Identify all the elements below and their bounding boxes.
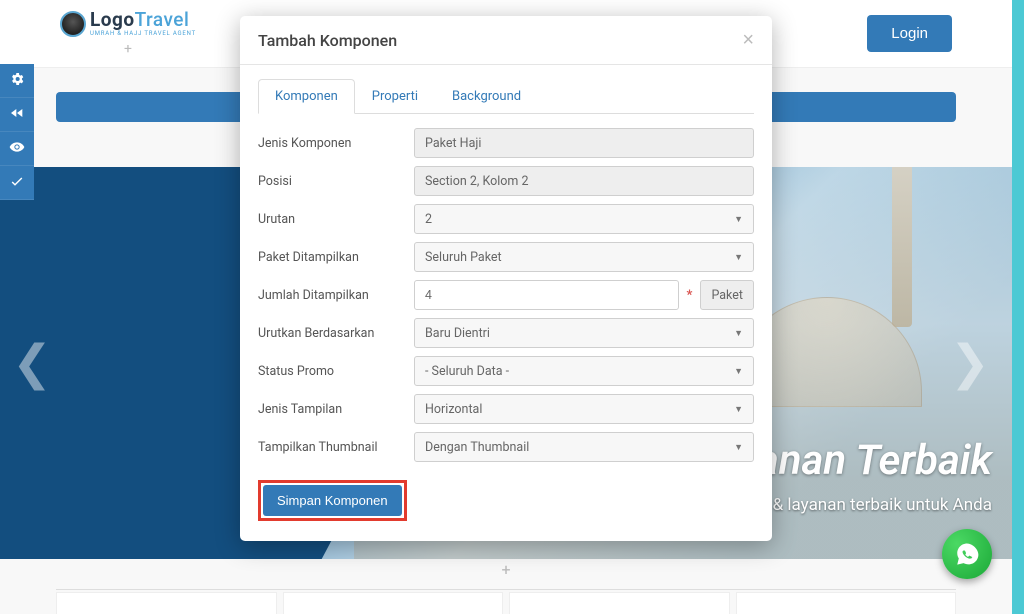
- select-urutkan-berdasarkan[interactable]: Baru Dientri▼: [414, 318, 754, 348]
- bottom-row: [56, 592, 956, 614]
- check-icon: [9, 173, 25, 189]
- save-highlight-box: Simpan Komponen: [258, 480, 407, 521]
- whatsapp-button[interactable]: [942, 529, 992, 579]
- gears-icon: [9, 71, 25, 87]
- save-component-button[interactable]: Simpan Komponen: [263, 485, 402, 516]
- slider-next-button[interactable]: ❯: [950, 335, 990, 391]
- right-color-strip: [1012, 0, 1024, 614]
- logo-name-part2: Travel: [135, 8, 190, 31]
- label-jumlah-ditampilkan: Jumlah Ditampilkan: [258, 288, 414, 303]
- label-tampilkan-thumbnail: Tampilkan Thumbnail: [258, 440, 414, 455]
- chevron-down-icon: ▼: [734, 366, 743, 377]
- label-paket-ditampilkan: Paket Ditampilkan: [258, 250, 414, 265]
- whatsapp-icon: [954, 541, 980, 567]
- modal-tabs: Komponen Properti Background: [258, 79, 754, 114]
- select-paket-ditampilkan[interactable]: Seluruh Paket▼: [414, 242, 754, 272]
- select-status-promo[interactable]: - Seluruh Data -▼: [414, 356, 754, 386]
- chevron-down-icon: ▼: [734, 328, 743, 339]
- confirm-button[interactable]: [0, 166, 34, 200]
- chevron-down-icon: ▼: [734, 442, 743, 453]
- eye-icon: [9, 139, 25, 155]
- field-jenis-komponen: Paket Haji: [414, 128, 754, 158]
- settings-button[interactable]: [0, 64, 34, 98]
- select-urutan[interactable]: 2▼: [414, 204, 754, 234]
- tab-komponen[interactable]: Komponen: [258, 79, 355, 114]
- chevron-down-icon: ▼: [734, 214, 743, 225]
- preview-button[interactable]: [0, 132, 34, 166]
- label-jenis-komponen: Jenis Komponen: [258, 136, 414, 151]
- label-jenis-tampilan: Jenis Tampilan: [258, 402, 414, 417]
- select-tampilkan-thumbnail[interactable]: Dengan Thumbnail▼: [414, 432, 754, 462]
- add-component-modal: Tambah Komponen × Komponen Properti Back…: [240, 16, 772, 541]
- logo[interactable]: LogoTravel UMRAH & HAJJ TRAVEL AGENT: [60, 10, 196, 37]
- label-posisi: Posisi: [258, 174, 414, 189]
- undo-button[interactable]: [0, 98, 34, 132]
- logo-subtitle: UMRAH & HAJJ TRAVEL AGENT: [90, 31, 196, 37]
- label-urutkan-berdasarkan: Urutkan Berdasarkan: [258, 326, 414, 341]
- slider-prev-button[interactable]: ❮: [12, 335, 52, 391]
- divider: [56, 589, 956, 590]
- add-section-icon[interactable]: +: [501, 560, 510, 579]
- label-urutan: Urutan: [258, 212, 414, 227]
- logo-block: LogoTravel UMRAH & HAJJ TRAVEL AGENT +: [60, 10, 196, 57]
- modal-body: Komponen Properti Background Jenis Kompo…: [240, 65, 772, 541]
- chevron-down-icon: ▼: [734, 252, 743, 263]
- tab-properti[interactable]: Properti: [355, 79, 435, 114]
- add-below-logo-icon[interactable]: +: [124, 41, 132, 57]
- chevron-down-icon: ▼: [734, 404, 743, 415]
- tab-background[interactable]: Background: [435, 79, 538, 114]
- modal-close-button[interactable]: ×: [742, 30, 754, 50]
- field-posisi: Section 2, Kolom 2: [414, 166, 754, 196]
- unit-paket: Paket: [700, 280, 754, 310]
- input-jumlah-ditampilkan[interactable]: [414, 280, 679, 310]
- required-marker: *: [687, 288, 693, 303]
- login-button[interactable]: Login: [867, 15, 952, 52]
- logo-icon: [60, 11, 86, 37]
- rewind-icon: [9, 105, 25, 121]
- modal-title: Tambah Komponen: [258, 31, 397, 50]
- label-status-promo: Status Promo: [258, 364, 414, 379]
- editor-side-toolbar: [0, 64, 34, 200]
- logo-name-part1: Logo: [90, 8, 135, 31]
- select-jenis-tampilan[interactable]: Horizontal▼: [414, 394, 754, 424]
- modal-header: Tambah Komponen ×: [240, 16, 772, 65]
